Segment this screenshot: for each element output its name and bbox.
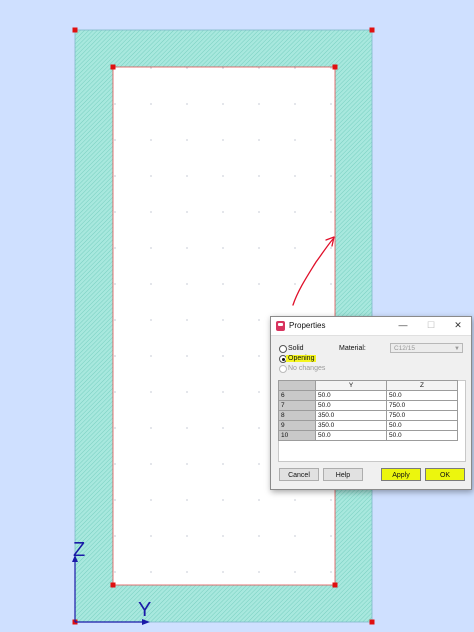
help-button[interactable]: Help: [323, 468, 363, 481]
material-select[interactable]: C12/15 ▼: [390, 343, 463, 353]
coordinates-table[interactable]: Y Z 6 50.0 50.0 7 50.0 750.0 8 350.0 750…: [278, 380, 458, 441]
opening-label: Opening: [286, 355, 317, 362]
table-row[interactable]: 6 50.0 50.0: [278, 390, 458, 401]
solid-radio[interactable]: [279, 345, 287, 353]
y-axis-label: Y: [138, 599, 151, 621]
cell-z[interactable]: 750.0: [386, 400, 458, 411]
table-row[interactable]: 8 350.0 750.0: [278, 410, 458, 421]
no-changes-radio[interactable]: [279, 365, 287, 373]
column-header-z[interactable]: Z: [386, 380, 458, 391]
vertex-point[interactable]: [369, 619, 375, 625]
ok-button[interactable]: OK: [425, 468, 465, 481]
row-id: 8: [278, 410, 316, 421]
properties-dialog[interactable]: Properties — ☐ ✕ Solid Opening No change…: [270, 316, 472, 490]
close-button[interactable]: ✕: [452, 319, 464, 332]
cancel-button[interactable]: Cancel: [279, 468, 319, 481]
cell-z[interactable]: 50.0: [386, 430, 458, 441]
vertex-point[interactable]: [72, 27, 78, 33]
row-id: 6: [278, 390, 316, 401]
material-label: Material:: [339, 345, 366, 352]
app-icon: [276, 321, 285, 331]
cell-z[interactable]: 50.0: [386, 390, 458, 401]
column-header-y[interactable]: Y: [315, 380, 387, 391]
solid-label: Solid: [288, 345, 304, 352]
row-id: 10: [278, 430, 316, 441]
cell-y[interactable]: 350.0: [315, 420, 387, 431]
vertex-point[interactable]: [110, 64, 116, 70]
cell-y[interactable]: 50.0: [315, 430, 387, 441]
dialog-titlebar[interactable]: Properties — ☐ ✕: [271, 317, 471, 336]
cell-y[interactable]: 50.0: [315, 390, 387, 401]
table-row[interactable]: 10 50.0 50.0: [278, 430, 458, 441]
vertex-point[interactable]: [369, 27, 375, 33]
cell-y[interactable]: 50.0: [315, 400, 387, 411]
cell-z[interactable]: 50.0: [386, 420, 458, 431]
table-corner-cell: [278, 380, 316, 391]
vertex-point[interactable]: [332, 582, 338, 588]
apply-button[interactable]: Apply: [381, 468, 421, 481]
row-id: 7: [278, 400, 316, 411]
table-row[interactable]: 9 350.0 50.0: [278, 420, 458, 431]
vertex-point[interactable]: [110, 582, 116, 588]
cell-y[interactable]: 350.0: [315, 410, 387, 421]
z-axis-label: Z: [73, 539, 85, 561]
material-value: C12/15: [394, 345, 415, 352]
no-changes-label: No changes: [288, 365, 326, 372]
cell-z[interactable]: 750.0: [386, 410, 458, 421]
vertex-point[interactable]: [332, 64, 338, 70]
maximize-button[interactable]: ☐: [425, 319, 437, 332]
dialog-title: Properties: [289, 321, 326, 330]
table-header-row: Y Z: [278, 380, 458, 391]
minimize-button[interactable]: —: [397, 319, 409, 332]
row-id: 9: [278, 420, 316, 431]
table-row[interactable]: 7 50.0 750.0: [278, 400, 458, 411]
chevron-down-icon: ▼: [454, 346, 460, 352]
